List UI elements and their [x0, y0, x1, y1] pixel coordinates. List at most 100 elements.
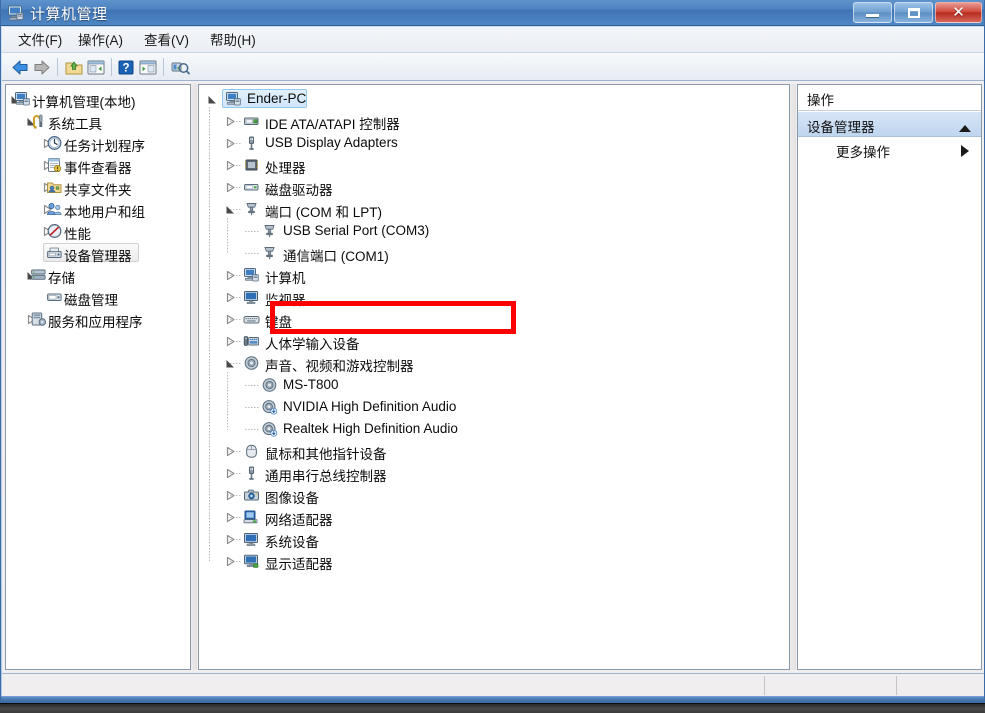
tree-connector: [209, 107, 210, 561]
computer-icon: [14, 91, 31, 107]
performance-icon: [46, 223, 63, 239]
device-tree-item[interactable]: NVIDIA High Definition Audio: [283, 399, 456, 414]
device-tree-item[interactable]: Ender-PC: [247, 91, 306, 106]
help-icon[interactable]: ?: [116, 58, 136, 77]
sidebar-tree-item[interactable]: 本地用户和组: [64, 201, 145, 221]
tree-expander-collapsed[interactable]: [225, 446, 236, 457]
device-tree-item[interactable]: 网络适配器: [265, 509, 333, 529]
tree-expander-collapsed[interactable]: [225, 270, 236, 281]
tree-expander-collapsed[interactable]: [225, 534, 236, 545]
show-action-pane-icon[interactable]: [138, 58, 158, 77]
device-tree-item[interactable]: IDE ATA/ATAPI 控制器: [265, 113, 400, 133]
tree-expander-collapsed[interactable]: [225, 512, 236, 523]
services-icon: [30, 311, 47, 327]
sidebar-tree-item[interactable]: 任务计划程序: [64, 135, 145, 155]
computer-management-window: 计算机管理 ✕ 文件(F) 操作(A) 查看(V) 帮助(H) ? 计算机管理(…: [0, 0, 985, 703]
content-area: 计算机管理(本地) 系统工具 任务计划程序 事件查看器 共享文件夹 本地用户和组 性能 设备管…: [2, 81, 984, 673]
device-tree-item[interactable]: 处理器: [265, 157, 306, 177]
device-tree-item[interactable]: 键盘: [265, 311, 292, 331]
close-button[interactable]: ✕: [935, 2, 982, 23]
chevron-right-icon: [961, 144, 969, 162]
scan-hardware-changes-icon[interactable]: [170, 58, 190, 77]
menu-item-3[interactable]: 帮助(H): [204, 31, 262, 50]
sidebar-tree-item[interactable]: 服务和应用程序: [48, 311, 143, 331]
device-tree-item[interactable]: 监视器: [265, 289, 306, 309]
minimize-icon: [866, 14, 879, 17]
device-tree-item[interactable]: USB Display Adapters: [265, 135, 398, 150]
port-icon: [261, 223, 278, 239]
device-tree-item[interactable]: 声音、视频和游戏控制器: [265, 355, 414, 375]
tree-expander-collapsed[interactable]: [225, 160, 236, 171]
device-tree-item[interactable]: 通用串行总线控制器: [265, 465, 387, 485]
sidebar-tree-item[interactable]: 磁盘管理: [64, 289, 118, 309]
device-tree-item[interactable]: 鼠标和其他指针设备: [265, 443, 387, 463]
device-tree-item[interactable]: Realtek High Definition Audio: [283, 421, 458, 436]
sidebar-tree-item[interactable]: 系统工具: [48, 113, 102, 133]
menu-item-0[interactable]: 文件(F): [12, 31, 68, 50]
network-adapter-icon: [243, 509, 260, 525]
tree-expander-collapsed[interactable]: [225, 468, 236, 479]
tools-icon: [30, 113, 47, 129]
device-tree-item[interactable]: MS-T800: [283, 377, 339, 392]
desktop-taskbar[interactable]: [0, 703, 985, 713]
tree-expander-collapsed[interactable]: [225, 336, 236, 347]
actions-header: 操作: [798, 85, 981, 111]
right-splitter[interactable]: [790, 84, 796, 670]
forward-arrow-icon[interactable]: [32, 58, 52, 77]
toolbar-separator-3: [163, 58, 164, 76]
toolbar-separator-1: [57, 58, 58, 76]
device-tree-item[interactable]: 通信端口 (COM1): [283, 245, 389, 265]
device-tree-item[interactable]: 端口 (COM 和 LPT): [265, 201, 382, 221]
tree-expander-collapsed[interactable]: [225, 138, 236, 149]
menu-item-2[interactable]: 查看(V): [138, 31, 195, 50]
device-tree-item[interactable]: 显示适配器: [265, 553, 333, 573]
tree-connector: [245, 231, 260, 232]
actions-section-label: 设备管理器: [807, 120, 875, 135]
up-folder-icon[interactable]: [64, 58, 84, 77]
device-tree-item[interactable]: USB Serial Port (COM3): [283, 223, 429, 238]
tree-expander-collapsed[interactable]: [225, 182, 236, 193]
mouse-icon: [243, 443, 260, 459]
menu-item-1[interactable]: 操作(A): [72, 31, 129, 50]
device-tree-item[interactable]: 图像设备: [265, 487, 319, 507]
minimize-button[interactable]: [853, 2, 892, 23]
show-console-tree-icon[interactable]: [86, 58, 106, 77]
left-splitter[interactable]: [191, 84, 197, 670]
more-actions-menu-item[interactable]: 更多操作: [798, 138, 981, 162]
tree-expander-collapsed[interactable]: [225, 556, 236, 567]
tree-expander-collapsed[interactable]: [225, 490, 236, 501]
port-icon: [261, 245, 278, 261]
device-tree-item[interactable]: 磁盘驱动器: [265, 179, 333, 199]
sidebar-tree-item[interactable]: 性能: [64, 223, 91, 243]
close-icon: ✕: [952, 4, 965, 21]
hid-icon: [243, 333, 260, 349]
computer-icon: [243, 267, 260, 283]
disk-drive-icon: [243, 179, 260, 195]
tree-expander-expanded[interactable]: [207, 94, 218, 105]
tree-expander-expanded[interactable]: [225, 358, 236, 369]
sound-device-icon: [261, 421, 278, 437]
sound-device-icon: [261, 399, 278, 415]
tree-expander-collapsed[interactable]: [225, 292, 236, 303]
sidebar-tree-item[interactable]: 共享文件夹: [64, 179, 132, 199]
sidebar-tree-item[interactable]: 设备管理器: [64, 245, 132, 265]
sidebar-tree-item[interactable]: 存储: [48, 267, 75, 287]
chevron-up-icon[interactable]: [959, 120, 971, 138]
device-tree-item[interactable]: 计算机: [265, 267, 306, 287]
tree-expander-collapsed[interactable]: [225, 314, 236, 325]
sidebar-tree-item[interactable]: 事件查看器: [64, 157, 132, 177]
device-tree-pane[interactable]: Ender-PC IDE ATA/ATAPI 控制器 USB Display Ada…: [198, 84, 790, 670]
maximize-button[interactable]: [894, 2, 933, 23]
tree-expander-collapsed[interactable]: [225, 116, 236, 127]
tree-expander-expanded[interactable]: [225, 204, 236, 215]
device-tree-item[interactable]: 人体学输入设备: [265, 333, 360, 353]
actions-section-device-manager[interactable]: 设备管理器: [798, 112, 981, 137]
sidebar-tree-item[interactable]: 计算机管理(本地): [32, 91, 136, 111]
back-arrow-icon[interactable]: [10, 58, 30, 77]
display-adapter-icon: [243, 553, 260, 569]
tree-connector: [245, 407, 260, 408]
toolbar-separator-2: [111, 58, 112, 76]
status-divider-1: [764, 676, 765, 695]
console-tree-pane[interactable]: 计算机管理(本地) 系统工具 任务计划程序 事件查看器 共享文件夹 本地用户和组 性能 设备管…: [5, 84, 191, 670]
device-tree-item[interactable]: 系统设备: [265, 531, 319, 551]
